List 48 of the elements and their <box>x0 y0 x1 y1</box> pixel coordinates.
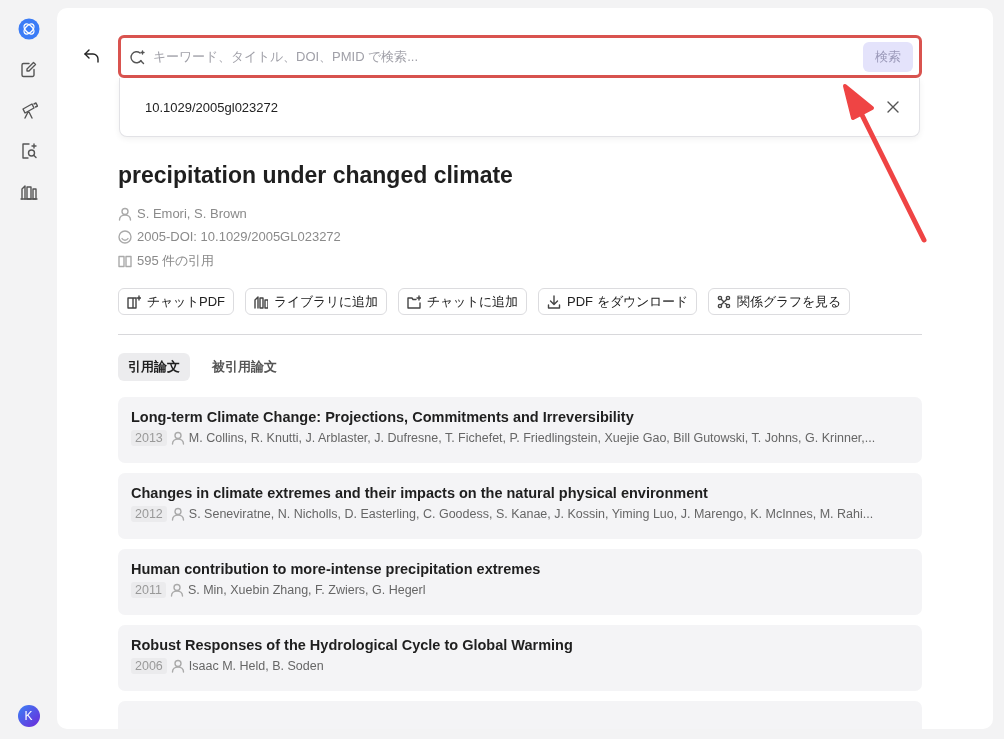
suggestion-item[interactable]: 10.1029/2005gl023272 <box>145 99 279 115</box>
tab[interactable]: 引用論文 <box>118 353 190 381</box>
reference-authors: M. Collins, R. Knutti, J. Arblaster, J. Dufresne, T. Fichefet, P. Friedlingstein, Xuejie Gao, Bill Gutowski, T. Johns, G. Krinner,... <box>188 431 876 445</box>
reference-title: Long-term Climate Change: Projections, Commitments and Irreversibility <box>131 409 635 425</box>
close-icon[interactable] <box>887 101 899 113</box>
library-icon <box>254 294 268 309</box>
reference-card[interactable] <box>118 397 922 463</box>
paper-authors: S. Emori, S. Brown <box>137 206 247 221</box>
year-tag: 2011 <box>131 582 166 598</box>
reference-title: Changes in climate extremes and their impacts on the natural physical environment <box>131 485 709 501</box>
user-avatar[interactable]: K <box>17 705 40 727</box>
person-icon <box>169 583 184 597</box>
year-tag: 2006 <box>131 658 167 674</box>
reference-authors: Isaac M. Held, B. Soden <box>188 659 324 673</box>
reference-card[interactable] <box>118 473 922 539</box>
action-button[interactable]: ライブラリに追加 <box>245 288 387 315</box>
year-tag: 2013 <box>131 430 167 446</box>
folder-sparkle-icon <box>407 294 421 309</box>
edit-icon[interactable] <box>19 60 38 78</box>
library-icon[interactable] <box>19 183 38 201</box>
reference-card[interactable]: Human contribution to more-intense precipitation extremes 2011 S. Min, Xuebin Zhang, F. Zwiers, G. Hegerl <box>118 549 922 615</box>
person-icon <box>118 206 132 221</box>
back-arrow-icon[interactable] <box>82 48 101 64</box>
book-icon <box>118 254 132 268</box>
document-search-icon[interactable] <box>19 142 38 160</box>
person-icon <box>170 507 185 521</box>
reference-title: Robust Responses of the Hydrological Cycle to Global Warming <box>131 637 574 653</box>
logo-icon[interactable] <box>17 18 40 40</box>
download-icon <box>547 294 561 309</box>
tab[interactable]: 被引用論文 <box>202 353 287 381</box>
reference-authors: S. Min, Xuebin Zhang, F. Zwiers, G. Hegerl <box>187 583 426 597</box>
action-button[interactable]: チャットに追加 <box>398 288 527 315</box>
search-sparkle-icon <box>129 48 145 65</box>
reference-title: Human contribution to more-intense precipitation extremes <box>131 561 542 577</box>
action-button[interactable]: PDF をダウンロード <box>538 288 697 315</box>
year-tag: 2012 <box>131 506 167 522</box>
paper-date-doi: 2005-DOI: 10.1029/2005GL023272 <box>137 229 341 244</box>
reference-card[interactable]: Robust Responses of the Hydrological Cycle to Global Warming 2006 Isaac M. Held, B. Soden <box>118 625 922 691</box>
person-icon <box>170 659 185 673</box>
person-icon <box>170 431 185 445</box>
graph-nodes-icon <box>716 294 731 309</box>
paper-title: precipitation under changed climate <box>118 161 514 190</box>
action-button[interactable]: 関係グラフを見る <box>707 288 850 315</box>
paper-citation-count: 595 件の引用 <box>137 252 215 270</box>
action-button[interactable]: チャットPDF <box>118 288 234 315</box>
book-sparkle-icon <box>127 294 141 309</box>
reference-authors: S. Seneviratne, N. Nicholls, D. Easterling, C. Goodess, S. Kanae, J. Kossin, Yiming Luo, J. Marengo, K. McInnes, M. Rahi... <box>188 507 874 521</box>
telescope-icon[interactable] <box>19 101 38 119</box>
